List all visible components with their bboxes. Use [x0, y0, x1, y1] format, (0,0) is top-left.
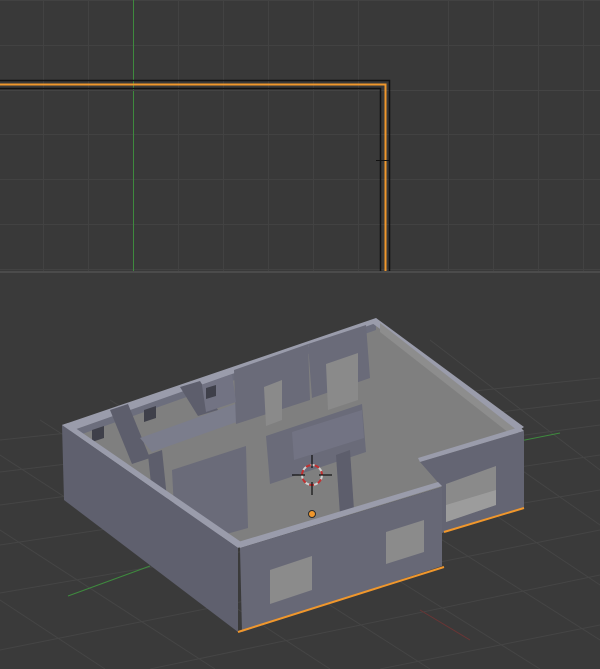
perspective-viewport[interactable] — [0, 273, 600, 669]
y-axis-line-perspective — [67, 565, 151, 597]
top-view-viewport[interactable] — [0, 0, 600, 271]
top-view-grid — [0, 0, 600, 271]
top-view-canvas[interactable] — [0, 0, 600, 271]
perspective-canvas[interactable] — [0, 273, 600, 669]
blender-editor — [0, 0, 600, 669]
selected-object-outline-top[interactable] — [0, 79, 391, 272]
x-axis-red-line-perspective — [419, 609, 471, 641]
doorway-opening-2 — [264, 380, 282, 426]
object-origin-dot[interactable] — [308, 510, 316, 518]
